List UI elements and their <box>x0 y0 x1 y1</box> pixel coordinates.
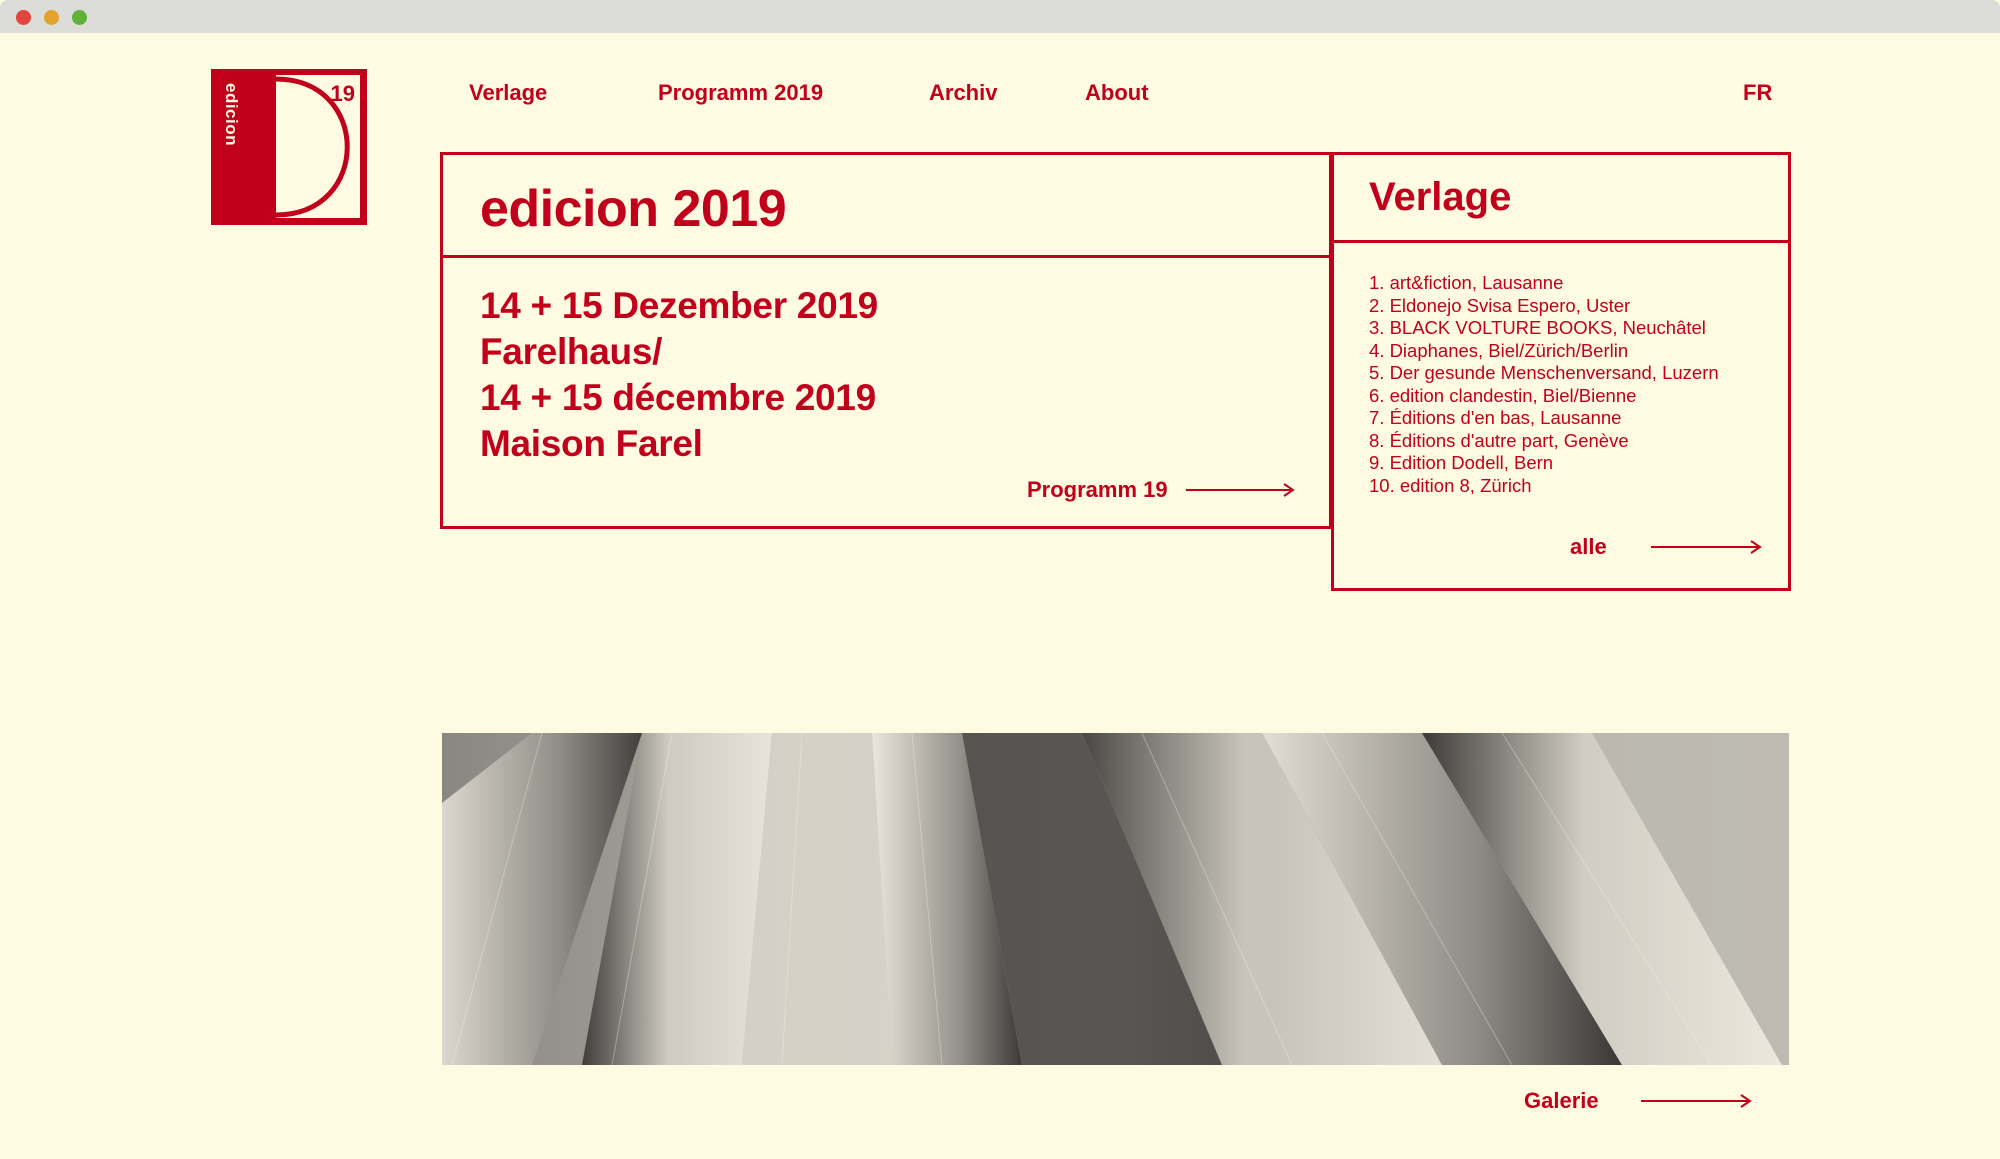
gallery-link[interactable]: Galerie <box>1524 1088 1753 1114</box>
edition-title: edicion 2019 <box>480 180 787 238</box>
publisher-item[interactable]: 8. Éditions d'autre part, Genève <box>1369 430 1719 453</box>
publishers-panel: Verlage 1. art&fiction, Lausanne 2. Eldo… <box>1331 152 1791 591</box>
publisher-item[interactable]: 6. edition clandestin, Biel/Bienne <box>1369 385 1719 408</box>
publishers-header: Verlage <box>1334 155 1788 243</box>
publisher-item[interactable]: 3. BLACK VOLTURE BOOKS, Neuchâtel <box>1369 317 1719 340</box>
arrow-right-icon <box>1640 1094 1752 1108</box>
gallery-image[interactable] <box>442 733 1789 1065</box>
maximize-window-icon[interactable] <box>72 10 87 25</box>
language-switch[interactable]: FR <box>1743 80 1772 106</box>
publisher-item[interactable]: 2. Eldonejo Svisa Espero, Uster <box>1369 295 1719 318</box>
publisher-item[interactable]: 10. edition 8, Zürich <box>1369 475 1719 498</box>
minimize-window-icon[interactable] <box>44 10 59 25</box>
logo-word: edicion <box>222 83 241 147</box>
all-publishers-label: alle <box>1570 534 1607 559</box>
nav-about[interactable]: About <box>1085 80 1149 106</box>
publisher-item[interactable]: 7. Éditions d'en bas, Lausanne <box>1369 407 1719 430</box>
gallery-link-label: Galerie <box>1524 1088 1599 1113</box>
book-pages-photo <box>442 733 1789 1065</box>
publisher-item[interactable]: 5. Der gesunde Menschenversand, Luzern <box>1369 362 1719 385</box>
publishers-title: Verlage <box>1369 175 1512 219</box>
nav-archiv[interactable]: Archiv <box>929 80 997 106</box>
edition-date-line: 14 + 15 décembre 2019 <box>480 377 876 418</box>
edition-date-line: Maison Farel <box>480 423 703 464</box>
publisher-item[interactable]: 4. Diaphanes, Biel/Zürich/Berlin <box>1369 340 1719 363</box>
publishers-list: 1. art&fiction, Lausanne 2. Eldonejo Svi… <box>1369 272 1719 497</box>
nav-programm[interactable]: Programm 2019 <box>658 80 823 106</box>
browser-chrome <box>0 0 2000 33</box>
publisher-item[interactable]: 9. Edition Dodell, Bern <box>1369 452 1719 475</box>
edition-panel: edicion 2019 14 + 15 Dezember 2019 Farel… <box>440 152 1332 529</box>
arrow-right-icon <box>1650 540 1762 554</box>
arrow-right-icon <box>1185 483 1295 497</box>
all-publishers-link[interactable]: alle <box>1570 534 1763 560</box>
site-logo[interactable]: edicion 19 <box>211 69 367 225</box>
edition-date-line: Farelhaus/ <box>480 331 663 372</box>
edition-date-line: 14 + 15 Dezember 2019 <box>480 285 878 326</box>
program-link-label: Programm 19 <box>1027 477 1168 502</box>
close-window-icon[interactable] <box>16 10 31 25</box>
publisher-item[interactable]: 1. art&fiction, Lausanne <box>1369 272 1719 295</box>
edition-header: edicion 2019 <box>443 155 1329 258</box>
edition-dates: 14 + 15 Dezember 2019 Farelhaus/ 14 + 15… <box>480 283 878 467</box>
nav-verlage[interactable]: Verlage <box>469 80 547 106</box>
logo-number: 19 <box>330 81 355 106</box>
program-link[interactable]: Programm 19 <box>1027 477 1296 503</box>
